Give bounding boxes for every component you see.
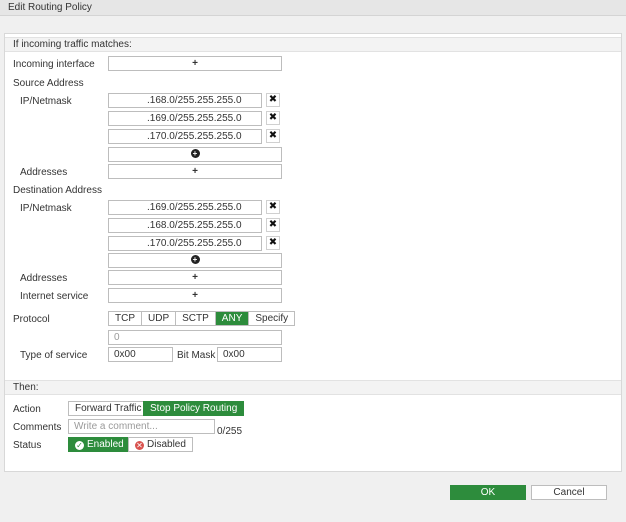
close-icon[interactable]: ✖ — [266, 129, 280, 143]
source-ip-value-3: .170.0/255.255.255.0 — [147, 131, 242, 142]
action-label: Action — [13, 404, 41, 415]
close-icon[interactable]: ✖ — [266, 200, 280, 214]
protocol-option-udp[interactable]: UDP — [142, 312, 177, 325]
destination-ip-entry-3[interactable]: .170.0/255.255.255.0 — [108, 236, 262, 251]
destination-ip-value-2: .168.0/255.255.255.0 — [147, 220, 242, 231]
add-circle-icon: + — [190, 254, 200, 264]
source-ip-value-1: .168.0/255.255.255.0 — [147, 95, 242, 106]
destination-ip-value-1: .169.0/255.255.255.0 — [147, 202, 242, 213]
source-ip-add-button[interactable]: + — [108, 147, 282, 162]
destination-addresses-label: Addresses — [20, 273, 68, 284]
cancel-button[interactable]: Cancel — [531, 485, 607, 500]
action-stop-policy-routing[interactable]: Stop Policy Routing — [143, 401, 245, 416]
status-label: Status — [13, 440, 42, 451]
status-disabled-button[interactable]: ✕ Disabled — [128, 437, 193, 452]
destination-ip-entry-2[interactable]: .168.0/255.255.255.0 — [108, 218, 262, 233]
destination-ip-netmask-label: IP/Netmask — [20, 203, 72, 214]
match-section-heading: If incoming traffic matches: — [5, 37, 621, 52]
status-enabled-label: Enabled — [87, 439, 124, 450]
protocol-label: Protocol — [13, 314, 50, 325]
protocol-option-any[interactable]: ANY — [215, 312, 250, 325]
block-circle-icon: ✕ — [135, 441, 144, 450]
protocol-option-sctp[interactable]: SCTP — [176, 312, 216, 325]
comments-label: Comments — [13, 422, 62, 433]
source-address-label: Source Address — [13, 78, 84, 89]
close-icon[interactable]: ✖ — [266, 236, 280, 250]
source-addresses-label: Addresses — [20, 167, 68, 178]
internet-service-label: Internet service — [20, 291, 89, 302]
close-icon[interactable]: ✖ — [266, 218, 280, 232]
type-of-service-field[interactable]: 0x00 — [108, 347, 173, 362]
source-addresses-add-button[interactable]: + — [108, 164, 282, 179]
source-ip-netmask-label: IP/Netmask — [20, 96, 72, 107]
protocol-selector: TCP UDP SCTP ANY Specify — [108, 311, 296, 326]
source-ip-entry-1[interactable]: .168.0/255.255.255.0 — [108, 93, 262, 108]
incoming-interface-add-button[interactable]: + — [108, 56, 282, 71]
close-icon[interactable]: ✖ — [266, 111, 280, 125]
destination-ip-value-3: .170.0/255.255.255.0 — [147, 238, 242, 249]
destination-addresses-add-button[interactable]: + — [108, 270, 282, 285]
protocol-number-field[interactable]: 0 — [108, 330, 282, 345]
source-ip-entry-3[interactable]: .170.0/255.255.255.0 — [108, 129, 262, 144]
bit-mask-label: Bit Mask — [177, 350, 216, 361]
destination-ip-entry-1[interactable]: .169.0/255.255.255.0 — [108, 200, 262, 215]
destination-ip-add-button[interactable]: + — [108, 253, 282, 268]
dialog-title: Edit Routing Policy — [0, 0, 626, 16]
status-enabled-button[interactable]: ✓ Enabled — [68, 437, 131, 452]
comments-field[interactable]: Write a comment... — [68, 419, 215, 434]
then-section-heading: Then: — [5, 380, 621, 395]
action-forward-traffic[interactable]: Forward Traffic — [68, 401, 149, 416]
type-of-service-label: Type of service — [20, 350, 88, 361]
destination-address-label: Destination Address — [13, 185, 102, 196]
check-circle-icon: ✓ — [75, 441, 84, 450]
policy-form: If incoming traffic matches: Incoming in… — [4, 33, 622, 472]
ok-button[interactable]: OK — [450, 485, 526, 500]
protocol-option-tcp[interactable]: TCP — [109, 312, 142, 325]
internet-service-add-button[interactable]: + — [108, 288, 282, 303]
add-circle-icon: + — [190, 148, 200, 158]
bit-mask-field[interactable]: 0x00 — [217, 347, 282, 362]
protocol-option-specify[interactable]: Specify — [249, 312, 295, 325]
source-ip-entry-2[interactable]: .169.0/255.255.255.0 — [108, 111, 262, 126]
source-ip-value-2: .169.0/255.255.255.0 — [147, 113, 242, 124]
status-disabled-label: Disabled — [147, 439, 186, 450]
close-icon[interactable]: ✖ — [266, 93, 280, 107]
comments-counter: 0/255 — [217, 426, 243, 437]
incoming-interface-label: Incoming interface — [13, 59, 95, 70]
